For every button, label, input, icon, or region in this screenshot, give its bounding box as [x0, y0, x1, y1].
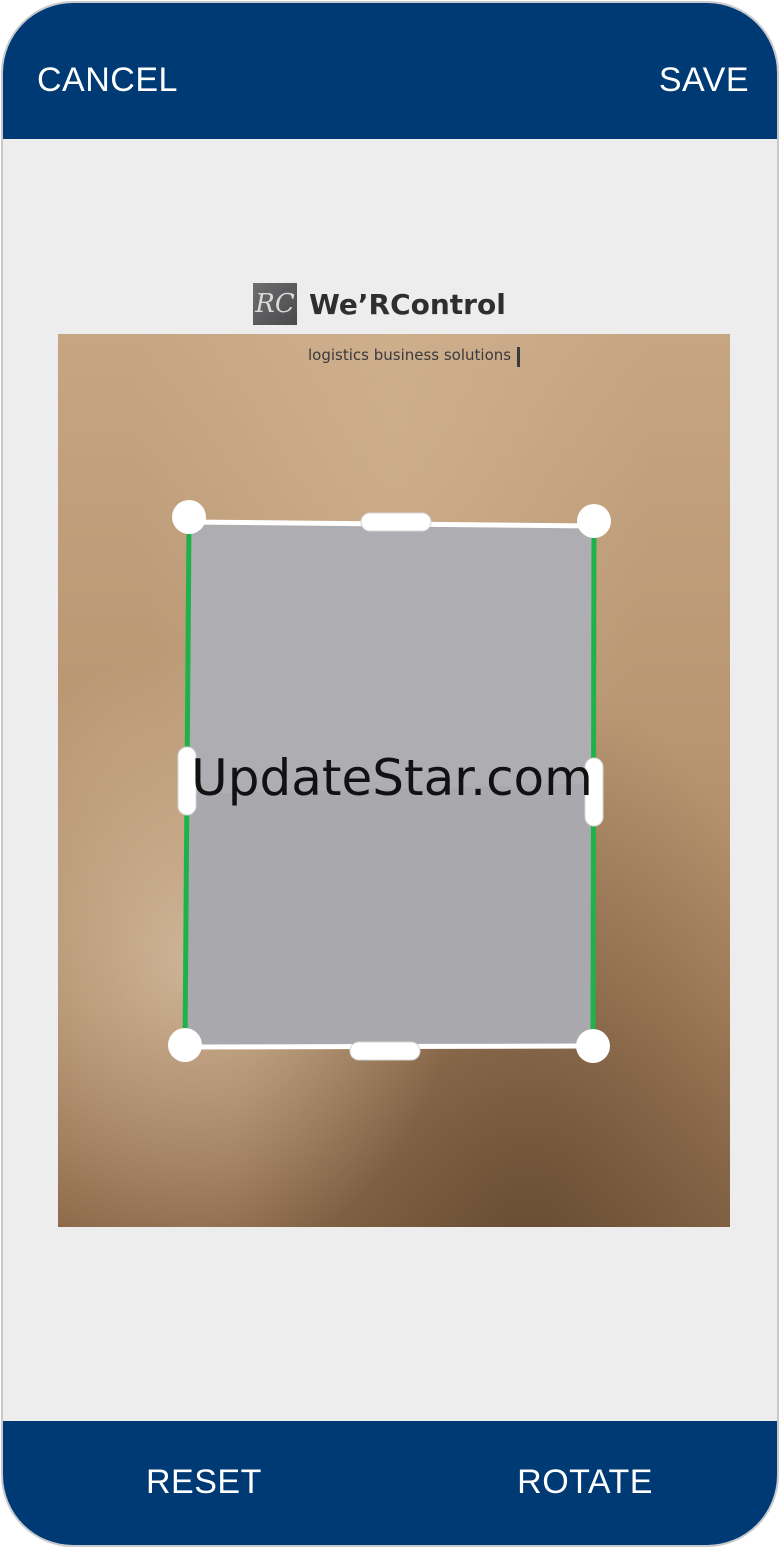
corner-handle-bottom-left[interactable] [168, 1028, 202, 1062]
edge-handle-bottom[interactable] [349, 1041, 421, 1061]
edge-handle-top[interactable] [360, 512, 432, 532]
document-logo: RC We’RControl [253, 283, 506, 325]
reset-button[interactable]: RESET [146, 1462, 262, 1502]
document-brand-name: We’RControl [309, 287, 506, 321]
corner-handle-top-left[interactable] [172, 500, 206, 534]
rotate-button[interactable]: ROTATE [517, 1462, 653, 1502]
document-tagline: logistics business solutions [308, 346, 512, 364]
watermark-text: UpdateStar.com [191, 749, 593, 807]
top-toolbar: CANCEL SAVE [3, 3, 777, 139]
rc-logo-icon: RC [253, 283, 297, 325]
save-button[interactable]: SAVE [659, 60, 749, 100]
tagline-divider [517, 347, 520, 367]
bottom-toolbar: RESET ROTATE [3, 1421, 777, 1545]
corner-handle-bottom-right[interactable] [576, 1029, 610, 1063]
corner-handle-top-right[interactable] [577, 504, 611, 538]
cancel-button[interactable]: CANCEL [37, 60, 178, 100]
